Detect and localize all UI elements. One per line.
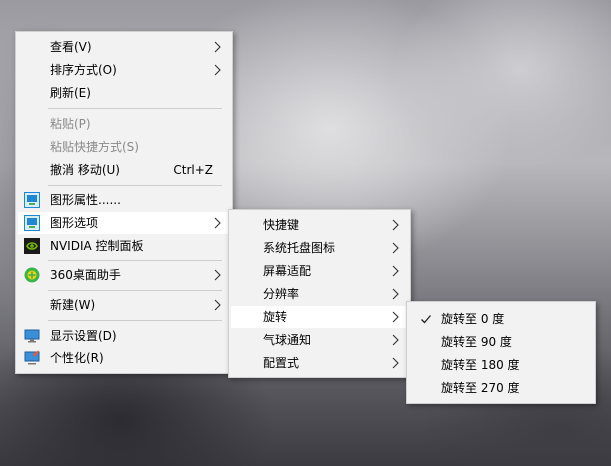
rotation-submenu: 旋转至 0 度 旋转至 90 度 旋转至 180 度 旋转至 270 度 (406, 301, 596, 404)
menu-item-label: 个性化(R) (50, 351, 104, 365)
graphics-options-submenu: 快捷键 系统托盘图标 屏幕适配 分辨率 旋转 气球通知 配置式 (228, 209, 411, 378)
menu-item-new[interactable]: 新建(W) (18, 294, 230, 316)
menu-item-label: 旋转至 0 度 (441, 312, 505, 326)
menu-item-sort-by[interactable]: 排序方式(O) (18, 59, 230, 81)
menu-item-label: 粘贴(P) (50, 117, 91, 131)
menu-item-label: 屏幕适配 (263, 264, 312, 278)
rotation-item-180[interactable]: 旋转至 180 度 (409, 354, 593, 376)
submenu-item-profiles[interactable]: 配置式 (231, 352, 408, 374)
menu-separator (48, 260, 222, 261)
chevron-right-icon (214, 269, 221, 281)
menu-item-label: 撤消 移动(U) (50, 163, 120, 177)
menu-item-label: 图形选项 (50, 216, 99, 230)
menu-item-label: 旋转至 90 度 (441, 335, 512, 349)
menu-item-label: 显示设置(D) (50, 329, 117, 343)
personalize-icon (24, 350, 40, 365)
menu-item-paste-shortcut: 粘贴快捷方式(S) (18, 136, 230, 158)
submenu-item-tray-icon[interactable]: 系统托盘图标 (231, 237, 408, 259)
submenu-item-rotation[interactable]: 旋转 (231, 306, 408, 328)
menu-item-label: 旋转至 270 度 (441, 381, 520, 395)
menu-item-nvidia-control-panel[interactable]: NVIDIA 控制面板 (18, 235, 230, 257)
menu-item-label: 旋转至 180 度 (441, 358, 520, 372)
menu-item-label: 系统托盘图标 (263, 241, 336, 255)
chevron-right-icon (392, 288, 399, 300)
menu-item-graphics-options[interactable]: 图形选项 (18, 212, 230, 234)
chevron-right-icon (392, 311, 399, 323)
menu-item-label: 分辨率 (263, 287, 300, 301)
menu-item-paste: 粘贴(P) (18, 113, 230, 135)
chevron-right-icon (392, 242, 399, 254)
chevron-right-icon (392, 219, 399, 231)
menu-item-label: 配置式 (263, 356, 300, 370)
menu-item-label: 旋转 (263, 310, 288, 324)
submenu-item-resolution[interactable]: 分辨率 (231, 283, 408, 305)
nvidia-icon (24, 238, 40, 254)
menu-item-label: 刷新(E) (50, 86, 91, 100)
menu-item-shortcut: Ctrl+Z (173, 163, 213, 177)
chevron-right-icon (214, 41, 221, 53)
menu-item-label: 气球通知 (263, 333, 312, 347)
chevron-right-icon (392, 357, 399, 369)
submenu-item-hotkeys[interactable]: 快捷键 (231, 214, 408, 236)
menu-item-label: 快捷键 (263, 218, 300, 232)
menu-item-display-settings[interactable]: 显示设置(D) (18, 325, 230, 347)
menu-item-label: 图形属性...... (50, 193, 121, 207)
chevron-right-icon (214, 217, 221, 229)
menu-item-view[interactable]: 查看(V) (18, 36, 230, 58)
menu-separator (48, 290, 222, 291)
menu-item-360-desktop-assistant[interactable]: 360桌面助手 (18, 264, 230, 286)
menu-item-refresh[interactable]: 刷新(E) (18, 82, 230, 104)
submenu-item-balloon-notifications[interactable]: 气球通知 (231, 329, 408, 351)
menu-separator (48, 108, 222, 109)
desktop-context-menu: 查看(V) 排序方式(O) 刷新(E) 粘贴(P) 粘贴快捷方式(S) 撤消 移… (15, 31, 233, 374)
menu-item-personalize[interactable]: 个性化(R) (18, 347, 230, 369)
menu-separator (48, 185, 222, 186)
chevron-right-icon (392, 334, 399, 346)
menu-item-label: 新建(W) (50, 298, 96, 312)
menu-item-graphics-properties[interactable]: 图形属性...... (18, 189, 230, 211)
chevron-right-icon (214, 64, 221, 76)
display-settings-icon (24, 329, 40, 343)
chevron-right-icon (214, 299, 221, 311)
menu-item-label: 排序方式(O) (50, 63, 117, 77)
intel-graphics-icon (24, 215, 40, 231)
intel-graphics-icon (24, 192, 40, 208)
menu-item-label: 360桌面助手 (50, 268, 121, 282)
rotation-item-270[interactable]: 旋转至 270 度 (409, 377, 593, 399)
menu-item-undo-move[interactable]: 撤消 移动(U) Ctrl+Z (18, 159, 230, 181)
360-assistant-icon (24, 267, 40, 283)
checkmark-icon (421, 315, 431, 324)
submenu-item-screen-fit[interactable]: 屏幕适配 (231, 260, 408, 282)
menu-item-label: NVIDIA 控制面板 (50, 239, 144, 253)
rotation-item-0[interactable]: 旋转至 0 度 (409, 308, 593, 330)
menu-item-label: 查看(V) (50, 40, 92, 54)
chevron-right-icon (392, 265, 399, 277)
rotation-item-90[interactable]: 旋转至 90 度 (409, 331, 593, 353)
menu-separator (48, 320, 222, 321)
menu-item-label: 粘贴快捷方式(S) (50, 140, 139, 154)
